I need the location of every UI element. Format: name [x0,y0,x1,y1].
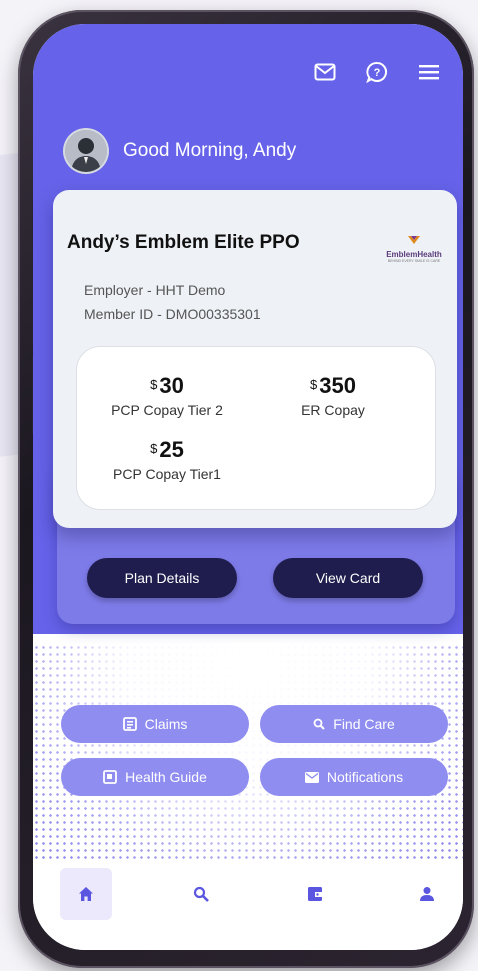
svg-text:?: ? [374,67,381,79]
bottom-tab-bar [33,860,463,950]
copay-summary: $30 PCP Copay Tier 2 $350 ER Copay $25 P… [76,346,436,510]
copay-er: $350 ER Copay [301,373,365,418]
insurance-card[interactable]: Andy’s Emblem Elite PPO EmblemHealth BEH… [53,190,457,528]
app-screen: ? Good Morning, Andy Plan Details View C… [33,24,463,950]
greeting-row: Good Morning, Andy [63,128,296,174]
top-actions: ? [313,60,441,84]
copay-pcp-tier2: $30 PCP Copay Tier 2 [111,373,223,418]
search-icon [313,718,325,730]
emblemhealth-logo: EmblemHealth BEHIND EVERY SMILE IS CARE [383,232,445,263]
guide-icon [103,770,118,784]
mail-icon [304,771,319,783]
health-guide-button[interactable]: Health Guide [61,758,249,796]
greeting-text: Good Morning, Andy [123,140,297,161]
tab-search[interactable] [175,868,227,920]
wallet-icon [308,887,322,901]
profile-icon [420,887,434,901]
tab-wallet[interactable] [289,868,341,920]
search-icon [193,886,209,902]
plan-details-button[interactable]: Plan Details [87,558,237,598]
home-icon [79,887,93,901]
header-banner: ? Good Morning, Andy Plan Details View C… [33,24,463,634]
help-chat-icon[interactable]: ? [365,60,389,84]
view-card-button[interactable]: View Card [273,558,423,598]
menu-icon[interactable] [417,60,441,84]
document-icon [122,717,137,731]
claims-button[interactable]: Claims [61,705,249,743]
notifications-button[interactable]: Notifications [260,758,448,796]
member-id-text: Member ID - DMO00335301 [84,306,261,322]
plan-name: Andy’s Emblem Elite PPO [67,232,300,253]
employer-text: Employer - HHT Demo [84,282,226,298]
copay-pcp-tier1: $25 PCP Copay Tier1 [113,437,221,482]
mail-icon[interactable] [313,60,337,84]
find-care-button[interactable]: Find Care [260,705,448,743]
tab-profile[interactable] [401,868,453,920]
tab-home[interactable] [60,868,112,920]
avatar[interactable] [63,128,109,174]
